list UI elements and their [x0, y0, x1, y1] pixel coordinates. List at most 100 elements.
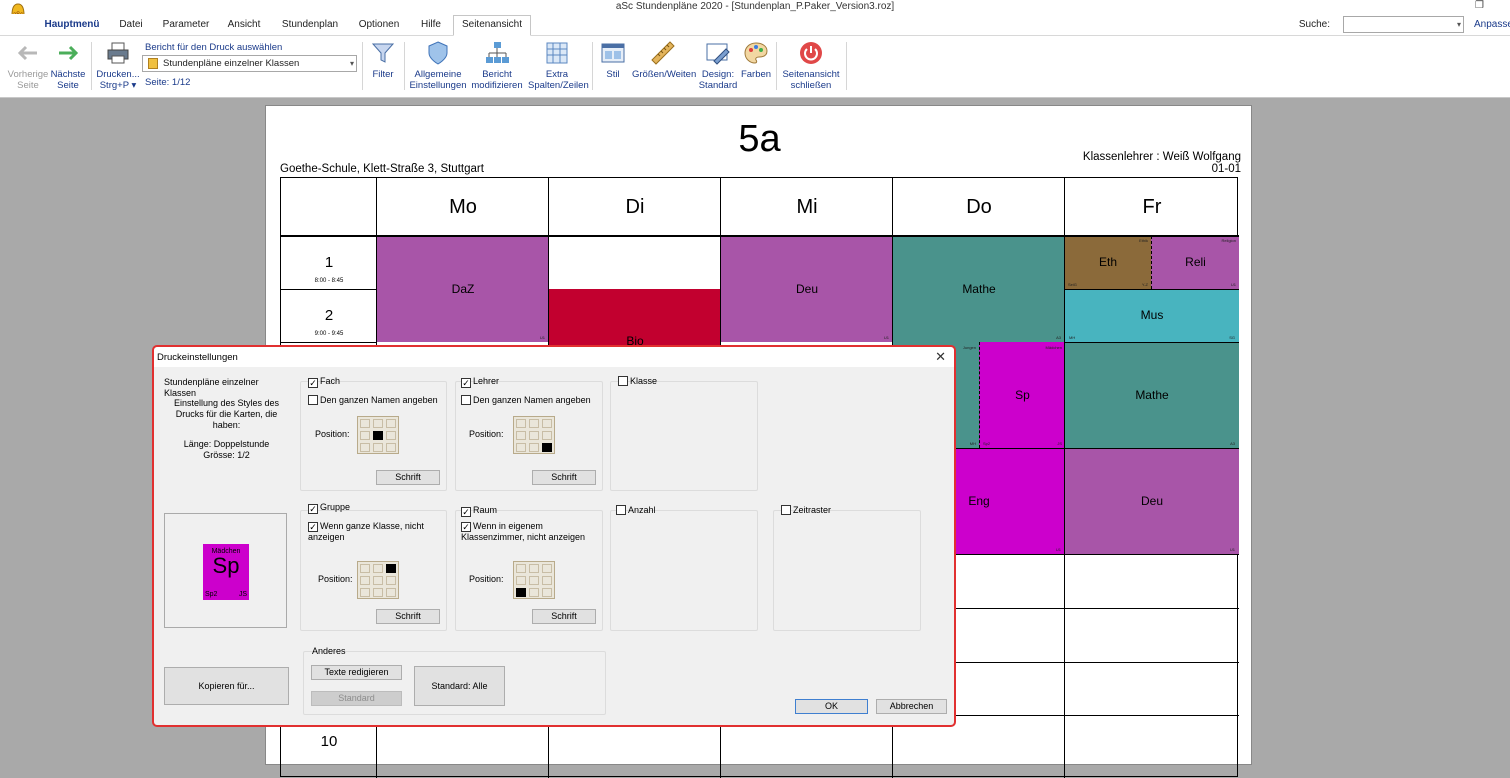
- raum-checkbox[interactable]: ✓ Raum: [461, 505, 497, 517]
- design-button[interactable]: Design: Standard: [698, 40, 738, 91]
- card-fr-eth[interactable]: Eth Ethik SeiG Y-Z: [1065, 236, 1151, 289]
- card-do-mathe[interactable]: Mathe A3: [893, 236, 1065, 342]
- raum-font-button[interactable]: Schrift: [532, 609, 596, 624]
- general-settings-button[interactable]: Allgemeine Einstellungen: [408, 40, 468, 91]
- tab-hilfe[interactable]: Hilfe: [412, 16, 450, 36]
- card-group: Jungen: [962, 345, 976, 350]
- print-line1: Drucken...: [96, 69, 140, 80]
- card-do-sp[interactable]: Sp Mädchen Sp2 JS: [979, 342, 1065, 448]
- ruler-icon: [651, 41, 675, 65]
- card-teacher: SeiG: [1068, 282, 1077, 287]
- separator: [404, 42, 405, 90]
- cancel-button[interactable]: Abbrechen: [876, 699, 947, 714]
- class-teacher: Klassenlehrer : Weiß Wolfgang: [1082, 151, 1241, 163]
- lehrer-fullname-checkbox[interactable]: Den ganzen Namen angeben: [461, 395, 591, 406]
- extra-columns-button[interactable]: Extra Spalten/Zeilen: [528, 40, 589, 91]
- preview-room: JS: [238, 591, 247, 598]
- next-page-button[interactable]: Nächste Seite: [50, 40, 86, 91]
- fach-position-picker[interactable]: [357, 416, 399, 454]
- tab-stundenplan[interactable]: Stundenplan: [274, 16, 346, 36]
- card-fr-mathe[interactable]: Mathe A3: [1065, 342, 1239, 448]
- card-subject: Eng: [968, 494, 990, 508]
- previous-page-button[interactable]: Vorherige Seite: [6, 40, 50, 91]
- fach-checkbox[interactable]: ✓ Fach: [308, 376, 340, 388]
- card-di-bio[interactable]: Bio: [549, 289, 721, 349]
- filter-label: Filter: [372, 69, 394, 80]
- edit-texts-button[interactable]: Texte redigieren: [311, 665, 402, 680]
- table-grid-icon: [546, 42, 568, 64]
- gruppe-checkbox[interactable]: ✓ Gruppe: [308, 502, 350, 514]
- print-button[interactable]: Drucken... Strg+P ▾: [96, 40, 140, 91]
- lehrer-font-button[interactable]: Schrift: [532, 470, 596, 485]
- customize-link[interactable]: Anpassen: [1474, 19, 1510, 30]
- lehrer-checkbox[interactable]: ✓ Lehrer: [461, 376, 499, 388]
- style-button[interactable]: Stil: [598, 40, 628, 80]
- grid-line: [1065, 342, 1239, 343]
- card-mi-deu[interactable]: Deu U1: [721, 236, 893, 342]
- design-line1: Design:: [701, 69, 735, 80]
- restore-window-icon[interactable]: ❐: [1475, 0, 1484, 11]
- card-preview: Mädchen Sp Sp2 JS: [203, 544, 249, 600]
- tab-hauptmenue[interactable]: Hauptmenü: [40, 16, 104, 36]
- raum-label: Raum: [473, 505, 498, 515]
- card-subject: Mathe: [962, 282, 996, 296]
- fach-font-button[interactable]: Schrift: [376, 470, 440, 485]
- close-icon[interactable]: ✕: [935, 349, 946, 365]
- tab-parameter[interactable]: Parameter: [158, 16, 214, 36]
- modify-report-button[interactable]: Bericht modifizieren: [470, 40, 524, 91]
- anzahl-checkbox[interactable]: Anzahl: [616, 505, 656, 516]
- fach-fullname-checkbox[interactable]: Den ganzen Namen angeben: [308, 395, 438, 406]
- ok-button[interactable]: OK: [795, 699, 868, 714]
- search-dropdown-icon[interactable]: ▾: [1454, 16, 1464, 33]
- chevron-down-icon: ▾: [349, 59, 354, 68]
- fach-fullname-label: Den ganzen Namen angeben: [320, 395, 438, 405]
- copy-for-button[interactable]: Kopieren für...: [164, 667, 289, 705]
- raum-position-picker[interactable]: [513, 561, 555, 599]
- colors-button[interactable]: Farben: [740, 40, 772, 80]
- funnel-icon: [371, 43, 395, 63]
- report-select[interactable]: Stundenpläne einzelner Klassen ▾: [142, 55, 357, 72]
- standard-button[interactable]: Standard: [311, 691, 402, 706]
- gruppe-hide-checkbox[interactable]: ✓ Wenn ganze Klasse, nicht anzeigen: [308, 521, 430, 543]
- card-room: A3: [1056, 335, 1061, 340]
- tab-datei[interactable]: Datei: [112, 16, 150, 36]
- checkbox-unchecked-icon: [308, 395, 318, 405]
- period-number: 10: [320, 733, 338, 750]
- raum-hide-label: Wenn in eigenem Klassenzimmer, nicht anz…: [461, 521, 586, 542]
- sizes-button[interactable]: Größen/Weiten: [632, 40, 696, 80]
- card-group: Mädchen: [1045, 345, 1062, 350]
- preview-teacher: Sp2: [205, 591, 218, 598]
- standard-all-button[interactable]: Standard: Alle: [414, 666, 505, 706]
- separator: [846, 42, 847, 90]
- raum-hide-checkbox[interactable]: ✓ Wenn in eigenem Klassenzimmer, nicht an…: [461, 521, 597, 543]
- card-fr-reli[interactable]: Reli Religion U1: [1151, 236, 1239, 289]
- checkbox-checked-icon: ✓: [461, 378, 471, 388]
- card-mo-daz[interactable]: DaZ U1: [377, 236, 549, 342]
- lehrer-position-picker[interactable]: [513, 416, 555, 454]
- card-fr-mus[interactable]: Mus MH SG: [1065, 289, 1239, 342]
- separator: [592, 42, 593, 90]
- card-subject: Sp: [1015, 388, 1030, 402]
- klasse-checkbox[interactable]: Klasse: [618, 376, 657, 387]
- close-preview-button[interactable]: Seitenansicht schließen: [780, 40, 842, 91]
- card-subject: Mus: [1140, 308, 1164, 322]
- checkbox-checked-icon: ✓: [308, 522, 318, 532]
- print-settings-dialog: Druckeinstellungen ✕ Stundenpläne einzel…: [152, 345, 956, 727]
- general-line2: Einstellungen: [409, 80, 467, 91]
- search-input[interactable]: [1343, 16, 1464, 33]
- card-fr-deu[interactable]: Deu U1: [1065, 448, 1239, 554]
- gruppe-position-picker[interactable]: [357, 561, 399, 599]
- checkbox-checked-icon: ✓: [308, 378, 318, 388]
- tab-seitenansicht[interactable]: Seitenansicht: [453, 15, 531, 36]
- zeitraster-checkbox[interactable]: Zeitraster: [781, 505, 831, 516]
- card-subject: Deu: [795, 282, 818, 296]
- tab-optionen[interactable]: Optionen: [354, 16, 404, 36]
- day-header-mi: Mi: [796, 196, 818, 218]
- checkbox-checked-icon: ✓: [461, 522, 471, 532]
- card-length: Länge: Doppelstunde: [183, 439, 270, 449]
- anderes-label: Anderes: [312, 646, 346, 656]
- gruppe-font-button[interactable]: Schrift: [376, 609, 440, 624]
- window-title: aSc Stundenpläne 2020 - [Stundenplan_P.P…: [615, 1, 895, 12]
- tab-ansicht[interactable]: Ansicht: [222, 16, 266, 36]
- filter-button[interactable]: Filter: [366, 40, 400, 80]
